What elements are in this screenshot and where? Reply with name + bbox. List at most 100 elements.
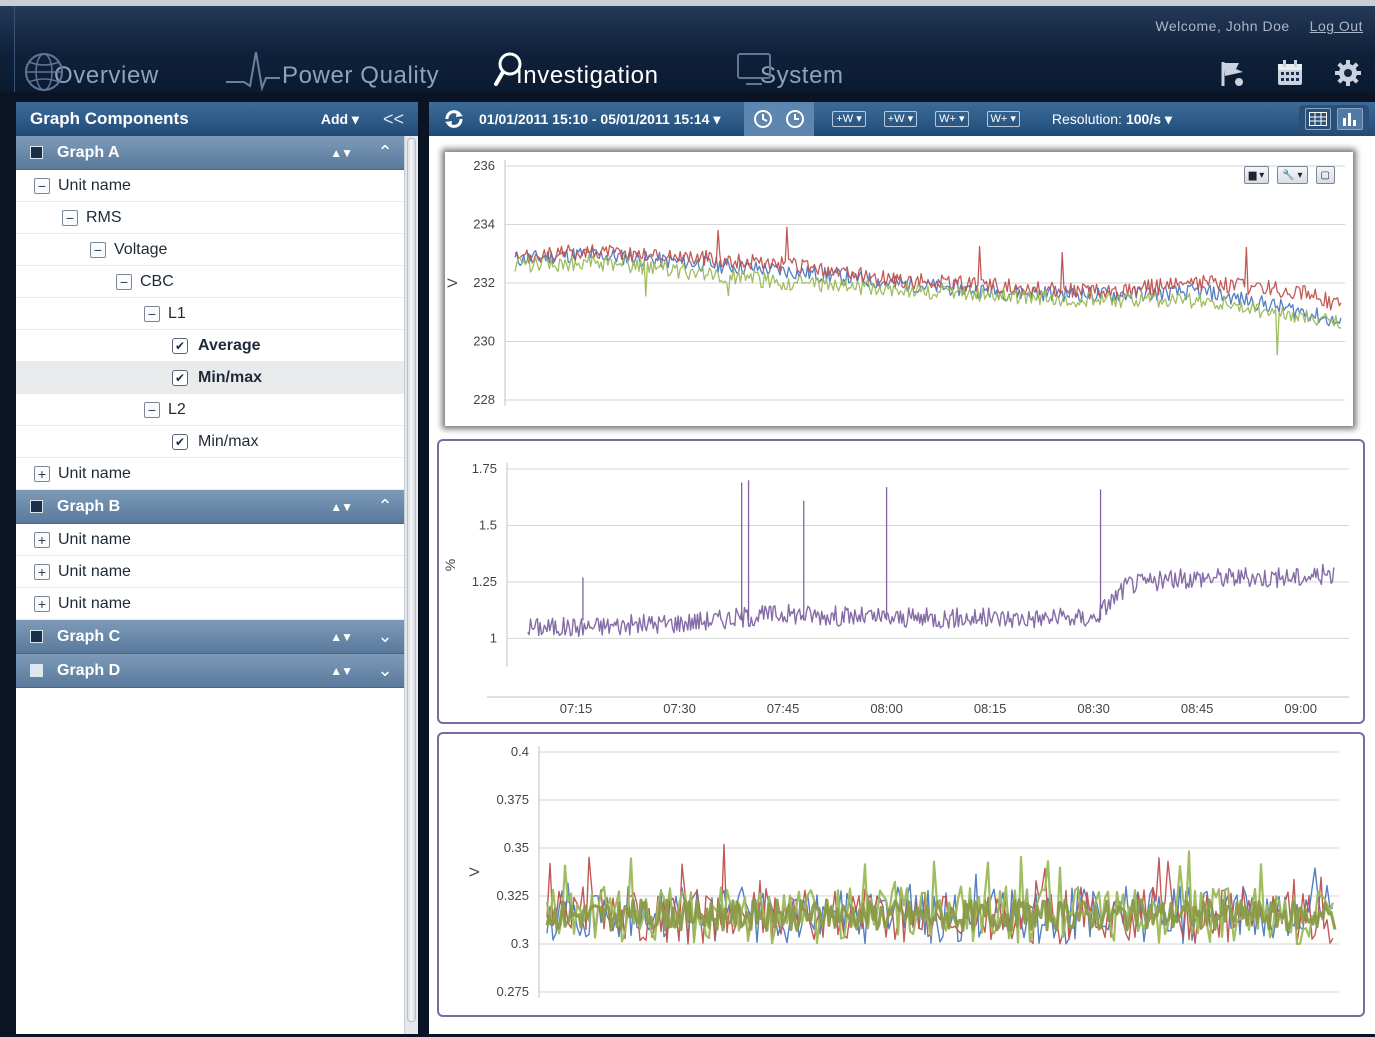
- clock-icon[interactable]: [784, 108, 806, 130]
- tree-row-b-unit-3[interactable]: + Unit name: [16, 588, 404, 620]
- resolution-value: 100/s ▾: [1125, 110, 1172, 127]
- graph-c-checkbox[interactable]: [30, 630, 43, 643]
- tree-row-l2[interactable]: − L2: [16, 394, 404, 426]
- tree-label: Unit name: [58, 176, 131, 194]
- tree-row-b-unit-1[interactable]: + Unit name: [16, 524, 404, 556]
- y-tick-label: 228: [473, 392, 495, 407]
- y-tick-label: 1: [490, 630, 497, 645]
- waveform-button-label: W+ ▾: [986, 111, 1020, 127]
- history-icon[interactable]: [752, 108, 774, 130]
- tree-row-minmax-l2[interactable]: ✔ Min/max: [16, 426, 404, 458]
- x-tick-label: 08:30: [1077, 701, 1110, 716]
- graph-a-collapse-button[interactable]: ⌃: [376, 142, 394, 163]
- tree-row-cbc[interactable]: − CBC: [16, 266, 404, 298]
- graph-area: 01/01/2011 15:10 - 05/01/2011 15:14 ▾ +W…: [429, 102, 1375, 1034]
- collapse-node-icon[interactable]: −: [144, 401, 160, 418]
- settings-wrench-dropdown[interactable]: 🔧 ▾: [1277, 166, 1308, 184]
- graph-d-checkbox[interactable]: [30, 664, 43, 677]
- tree-row-average[interactable]: ✔ Average: [16, 330, 404, 362]
- expand-node-icon[interactable]: +: [34, 563, 50, 580]
- voltage-chart-panel: 236 234 232 230 228 V ▆ ▾ 🔧 ▾ ▢: [445, 152, 1353, 426]
- tab-system[interactable]: System: [736, 48, 896, 92]
- tree-row-b-unit-2[interactable]: + Unit name: [16, 556, 404, 588]
- x-tick-label: 07:45: [767, 701, 800, 716]
- resolution-dropdown[interactable]: Resolution: 100/s ▾: [1052, 111, 1172, 128]
- tree-label: Unit name: [58, 562, 131, 580]
- maximize-button[interactable]: ▢: [1315, 166, 1335, 184]
- refresh-icon[interactable]: [443, 108, 465, 130]
- graph-b-sort-button[interactable]: ▲▼: [330, 500, 353, 514]
- add-waveform-dropdown-1[interactable]: +W ▾: [832, 111, 866, 127]
- collapse-node-icon[interactable]: −: [34, 177, 50, 194]
- tree-row-unit[interactable]: − Unit name: [16, 170, 404, 202]
- tree-row-minmax-l1[interactable]: ✔ Min/max: [16, 362, 404, 394]
- small-voltage-chart[interactable]: 0.4 0.375 0.35 0.325 0.3 0.275 V: [439, 734, 1363, 1015]
- graph-b-checkbox[interactable]: [30, 500, 43, 513]
- x-tick-label: 09:00: [1284, 701, 1317, 716]
- chart-type-dropdown[interactable]: ▆ ▾: [1243, 166, 1270, 184]
- calendar-icon[interactable]: [1275, 58, 1305, 88]
- graph-b-header[interactable]: Graph B ▲▼ ⌃: [16, 490, 404, 524]
- table-view-icon[interactable]: [1305, 108, 1331, 130]
- graph-b-collapse-button[interactable]: ⌃: [376, 496, 394, 517]
- tree-row-unit-2[interactable]: + Unit name: [16, 458, 404, 490]
- y-tick-label: 230: [473, 334, 495, 349]
- graph-c-expand-button[interactable]: ⌄: [376, 626, 394, 647]
- percent-chart[interactable]: 1.75 1.5 1.25 1% 07:15 07:30 07:45 08:00 08:15 08…: [439, 441, 1363, 722]
- voltage-chart[interactable]: 236 234 232 230 228 V: [445, 152, 1353, 426]
- waveform-forward-dropdown-2[interactable]: W+ ▾: [986, 111, 1020, 127]
- y-tick-label: 0.325: [496, 888, 529, 903]
- expand-node-icon[interactable]: +: [34, 595, 50, 612]
- tree-row-voltage[interactable]: − Voltage: [16, 234, 404, 266]
- tree-row-rms[interactable]: − RMS: [16, 202, 404, 234]
- minmax-l2-checkbox[interactable]: ✔: [172, 433, 188, 450]
- minmax-l1-checkbox[interactable]: ✔: [172, 369, 188, 386]
- top-icons: [1217, 58, 1363, 88]
- x-tick-label: 08:00: [870, 701, 903, 716]
- graph-c-sort-button[interactable]: ▲▼: [330, 630, 353, 644]
- tree-label: Unit name: [58, 530, 131, 548]
- graph-a-checkbox[interactable]: [30, 146, 43, 159]
- time-buttons: [744, 102, 815, 136]
- waveform-forward-dropdown-1[interactable]: W+ ▾: [935, 111, 969, 127]
- magnifier-icon: [494, 52, 522, 86]
- tab-power-quality[interactable]: Power Quality: [222, 48, 490, 92]
- top-navigation-bar: Welcome, John Doe Log Out Overview Power…: [0, 0, 1375, 92]
- add-waveform-dropdown-2[interactable]: +W ▾: [883, 111, 918, 127]
- tree-label: CBC: [140, 272, 174, 290]
- monitor-icon: [737, 53, 771, 85]
- average-checkbox[interactable]: ✔: [172, 337, 188, 354]
- collapse-node-icon[interactable]: −: [144, 305, 160, 322]
- sidebar-scrollbar[interactable]: [404, 136, 418, 1034]
- tab-overview[interactable]: Overview: [22, 48, 222, 92]
- graph-d-expand-button[interactable]: ⌄: [376, 660, 394, 681]
- flag-icon[interactable]: [1217, 58, 1247, 88]
- collapse-node-icon[interactable]: −: [116, 273, 132, 290]
- resolution-label: Resolution:: [1051, 110, 1122, 127]
- collapse-sidebar-button[interactable]: <<: [383, 109, 404, 130]
- collapse-node-icon[interactable]: −: [62, 209, 78, 226]
- graph-d-header[interactable]: Graph D ▲▼ ⌄: [16, 654, 404, 688]
- graph-c-header[interactable]: Graph C ▲▼ ⌄: [16, 620, 404, 654]
- add-dropdown-button[interactable]: Add ▾: [321, 111, 359, 128]
- y-tick-label: 1.5: [479, 517, 497, 532]
- sidebar-header: Graph Components Add ▾ <<: [16, 102, 418, 136]
- tree-row-l1[interactable]: − L1: [16, 298, 404, 330]
- gear-icon[interactable]: [1333, 58, 1363, 88]
- date-range-dropdown[interactable]: 01/01/2011 15:10 - 05/01/2011 15:14 ▾: [479, 111, 720, 128]
- chart-view-icon[interactable]: [1337, 108, 1363, 130]
- y-tick-label: 0.275: [496, 984, 529, 999]
- logout-link[interactable]: Log Out: [1310, 18, 1363, 34]
- tab-investigation[interactable]: Investigation: [490, 48, 736, 92]
- scrollbar-thumb[interactable]: [407, 138, 416, 1022]
- graph-c-name: Graph C: [57, 627, 121, 645]
- expand-node-icon[interactable]: +: [34, 465, 50, 482]
- expand-node-icon[interactable]: +: [34, 531, 50, 548]
- collapse-node-icon[interactable]: −: [90, 241, 106, 258]
- tree-label: Voltage: [114, 240, 168, 258]
- graph-a-sort-button[interactable]: ▲▼: [330, 146, 353, 160]
- y-axis-label: V: [445, 278, 460, 288]
- graph-a-header[interactable]: Graph A ▲▼ ⌃: [16, 136, 404, 170]
- graph-d-sort-button[interactable]: ▲▼: [330, 664, 353, 678]
- percent-chart-panel: 1.75 1.5 1.25 1% 07:15 07:30 07:45 08:00 08:15 08…: [437, 439, 1365, 724]
